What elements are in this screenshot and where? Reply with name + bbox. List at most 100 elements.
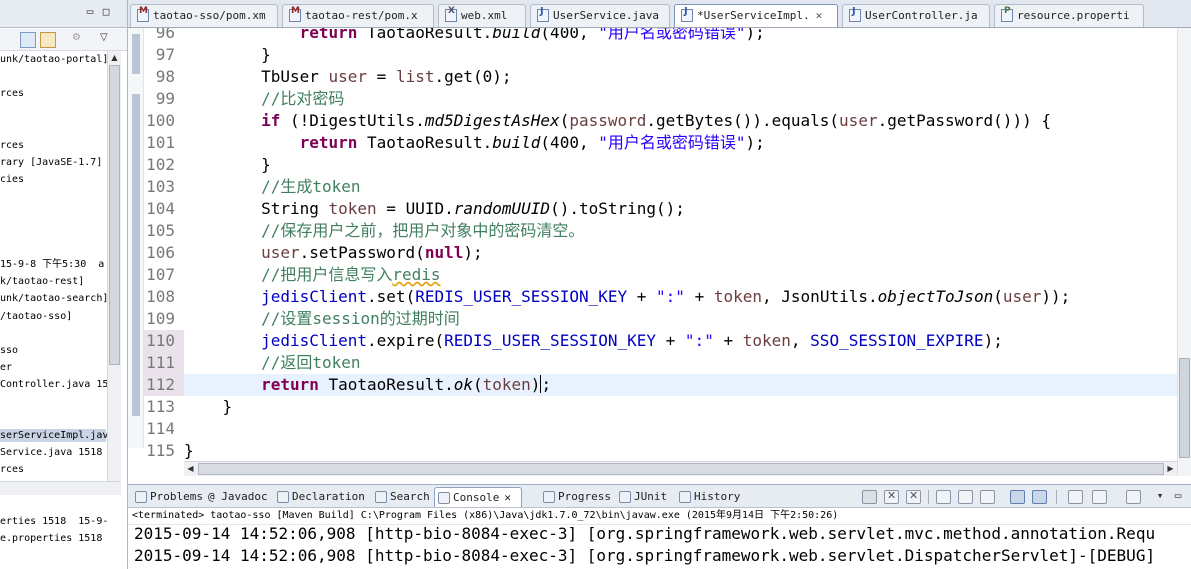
code-line: user.setPassword(null); [261,243,483,262]
console-output-line: 2015-09-14 14:52:06,908 [http-bio-8084-e… [134,524,1156,543]
line-number: 115 [146,441,175,460]
code-line: //比对密码 [261,89,345,108]
xml-file-icon [445,6,457,22]
line-number: 111 [144,352,184,374]
text-caret [540,375,542,393]
tab-javadoc[interactable]: @ Javadoc [204,487,268,507]
view-menu-icon[interactable]: ▽ [100,32,116,48]
line-number: 100 [146,111,175,130]
tab-junit[interactable]: JUnit [616,487,667,507]
overview-ruler [128,28,144,448]
tree-item[interactable]: er [0,361,12,374]
filter-icon[interactable]: ⚙ [72,32,88,48]
tree-item[interactable]: rces [0,87,24,100]
clear-console-icon[interactable] [936,490,951,504]
scroll-right-icon[interactable]: ▶ [1164,462,1177,475]
tab-console[interactable]: Console ✕ [434,487,522,507]
code-line: jedisClient.expire(REDIS_USER_SESSION_KE… [261,331,1003,350]
change-marker [132,94,140,416]
code-line: //保存用户之前，把用户对象中的密码清空。 [261,221,585,240]
close-tab-icon[interactable]: ✕ [816,5,823,26]
collapse-all-icon[interactable] [20,32,36,48]
remove-launch-icon[interactable] [884,489,899,504]
code-line: String token = UUID.randomUUID().toStrin… [184,199,685,218]
tree-item[interactable]: e.properties 1518 [0,532,102,545]
tree-item[interactable]: Controller.java 15 [0,378,108,391]
scroll-lock-icon[interactable] [958,490,973,504]
current-code-line: return TaotaoResult.ok(token); [184,374,1177,396]
word-wrap-icon[interactable] [980,490,995,504]
tree-item[interactable]: rces [0,139,24,152]
code-line: jedisClient.set(REDIS_USER_SESSION_KEY +… [261,287,1071,306]
code-editor[interactable]: 96 97 98 99 100 101 102 103 104 105 106 107 108 109 11… [128,28,1191,476]
tab-web-xml[interactable]: web.xml [438,4,526,27]
line-number: 107 [146,265,175,284]
editor-vertical-scrollbar[interactable] [1177,28,1191,476]
minimize-icon[interactable]: ▭ [1172,490,1184,502]
tab-userservice-java[interactable]: UserService.java [530,4,670,27]
tab-progress[interactable]: Progress [540,487,611,507]
close-tab-icon[interactable]: ✕ [504,491,511,504]
line-number: 112 [144,374,184,396]
explorer-horizontal-scrollbar[interactable] [0,481,121,495]
minimize-icon[interactable]: ▭ [84,6,96,18]
scrollbar-thumb[interactable] [1179,358,1190,458]
line-number: 97 [155,45,175,64]
scrollbar-thumb[interactable] [198,463,1164,475]
tree-item[interactable]: erties 1518 15-9- [0,515,108,528]
explorer-vertical-scrollbar[interactable]: ▲ [107,51,121,481]
tree-item[interactable]: k/taotao-rest] [0,275,84,288]
tab-taotao-rest-pom[interactable]: taotao-rest/pom.x [282,4,434,27]
scroll-left-icon[interactable]: ◀ [184,462,197,475]
console-output-line: 2015-09-14 14:52:06,908 [http-bio-8084-e… [134,546,1156,565]
java-file-icon [537,6,549,22]
scrollbar-thumb[interactable] [109,65,120,365]
open-console-icon[interactable] [1126,490,1141,504]
line-number: 106 [146,243,175,262]
view-menu-icon[interactable]: ▾ [1154,490,1166,502]
scroll-up-icon[interactable]: ▲ [109,52,120,64]
tab-declaration[interactable]: Declaration [274,487,365,507]
java-file-icon [849,6,861,22]
editor-horizontal-scrollbar[interactable]: ◀ ▶ [184,461,1177,476]
tree-item[interactable]: rary [JavaSE-1.7] [0,156,102,169]
display-selected-console-icon[interactable] [1092,490,1107,504]
tree-item[interactable]: unk/taotao-search] [0,292,108,305]
tab-usercontroller-java[interactable]: UserController.ja [842,4,990,27]
console-output[interactable]: 2015-09-14 14:52:06,908 [http-bio-8084-e… [128,524,1191,569]
tab-search[interactable]: Search [372,487,430,507]
tree-item[interactable]: unk/taotao-portal] [0,53,108,66]
terminate-icon[interactable] [862,490,877,504]
maximize-icon[interactable]: □ [100,6,112,18]
pin-console-icon[interactable] [1068,490,1083,504]
tab-userserviceimpl-java[interactable]: *UserServiceImpl.✕ [674,4,838,27]
package-explorer: ▭ □ ⚙ ▽ unk/taotao-portal] rces rces rary [… [0,0,128,569]
line-number: 103 [146,177,175,196]
tree-item[interactable]: Service.java 1518 [0,446,102,459]
code-line: //把用户信息写入redis [261,265,441,284]
code-area[interactable]: return TaotaoResult.build(400, "用户名或密码错误… [184,28,1177,476]
code-line: //返回token [261,353,361,372]
line-number: 96 [155,28,175,42]
tree-item[interactable]: sso [0,344,18,357]
tab-resource-properties[interactable]: resource.properti [994,4,1144,27]
tree-item[interactable]: /taotao-sso] [0,310,72,323]
show-console-on-output-icon[interactable] [1010,490,1025,504]
tab-history[interactable]: History [676,487,740,507]
tree-item[interactable]: 15-9-8 下午5:30 a [0,258,104,271]
tree-item[interactable]: cies [0,173,24,186]
remove-all-terminated-icon[interactable] [906,489,921,504]
link-with-editor-icon[interactable] [40,32,56,48]
line-number: 108 [146,287,175,306]
tab-problems[interactable]: Problems [132,487,203,507]
search-icon [375,491,387,503]
tree-item[interactable]: rces [0,463,24,476]
show-console-on-error-icon[interactable] [1032,490,1047,504]
tab-taotao-sso-pom[interactable]: taotao-sso/pom.xm [130,4,278,27]
junit-icon [619,491,631,503]
explorer-title-bar: ▭ □ [0,0,127,28]
editor-tab-bar: taotao-sso/pom.xm taotao-rest/pom.x web.… [128,0,1191,28]
tree-item-selected[interactable]: serServiceImpl.jav [0,429,108,443]
toolbar-separator [1056,490,1057,504]
